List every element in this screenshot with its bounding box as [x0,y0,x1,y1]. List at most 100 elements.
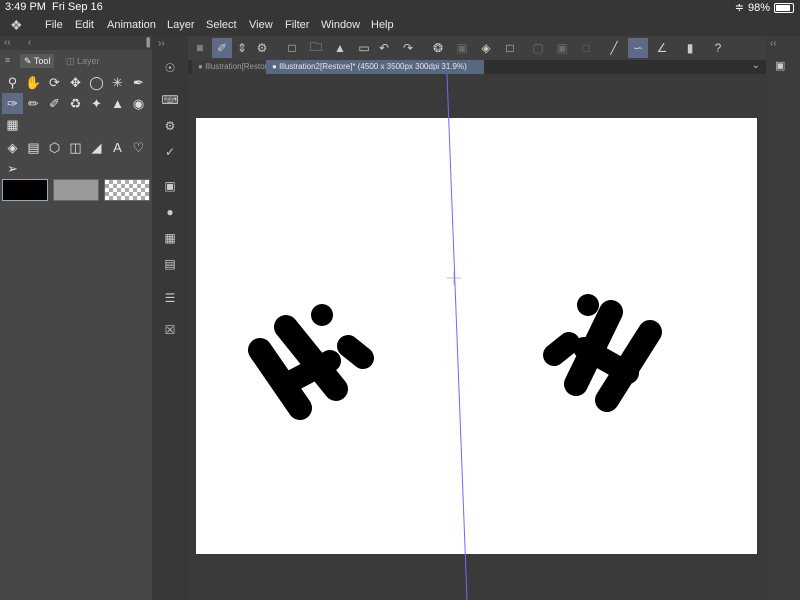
eraser-icon[interactable]: ▲ [107,93,128,114]
app-logo-icon[interactable]: ❖ [10,17,23,34]
border-icon[interactable]: □ [576,38,596,58]
left-figure-dot [311,304,333,326]
fill-icon[interactable]: ◈ [2,137,23,158]
panel-tabs: ≡ ✎ Tool ◫ Layer [0,54,152,68]
crop-icon[interactable]: □ [500,38,520,58]
tabs-dropdown-icon[interactable]: ⌄ [752,60,760,71]
edit-icon[interactable]: ✐ [212,38,232,58]
clear-icon[interactable]: ▢ [528,38,548,58]
menu-file[interactable]: File [45,19,63,31]
layer-panel-icon[interactable]: ▣ [775,59,789,73]
command-bar: ≡ ✐ ⇕ ⚙ □ 🗀 ▲ ▭ ↶ ↷ ❂ ▣ ◈ □ ▢ ▣ □ ╱ ∽ ∠ … [188,36,766,60]
fill-bucket-icon[interactable]: ◈ [476,38,496,58]
brush-size-icon[interactable]: ✓ [160,142,180,162]
menu-help[interactable]: Help [371,19,394,31]
canvas-area[interactable] [188,74,766,600]
operation-icon[interactable]: ➢ [2,158,23,179]
document-tab-1[interactable]: ● Illustration[Restore] [192,60,270,74]
gradient-icon[interactable]: ▤ [23,137,44,158]
tab-layer[interactable]: ◫ Layer [62,54,104,68]
grid-icon[interactable]: ▦ [2,114,23,135]
layers-icon[interactable]: ☰ [160,288,180,308]
pencil-icon[interactable]: ✏ [23,93,44,114]
tab-layer-label: Layer [77,56,100,66]
transform-icon[interactable]: ▣ [452,38,472,58]
undo-icon[interactable]: ↶ [374,38,394,58]
snap-angle-icon[interactable]: ∠ [652,38,672,58]
pen-icon[interactable]: ✑ [2,93,23,114]
menu-view[interactable]: View [249,19,273,31]
navigator-icon[interactable]: ▣ [160,176,180,196]
sub-color-swatch[interactable] [53,179,99,201]
status-bar: 3:49 PM Fri Sep 16 ≑ 98% [0,0,800,16]
document-tab-1-label: Illustration[Restore] [205,62,270,71]
document-tabs: ● Illustration[Restore] ● Illustration2[… [188,60,766,74]
command-icon[interactable]: ☉ [160,58,180,78]
phone-icon[interactable]: ▮ [680,38,700,58]
transparent-color-swatch[interactable] [104,179,150,201]
open-icon[interactable]: 🗀 [306,38,326,58]
canvas-drawing [248,271,662,420]
canvas-paper[interactable] [196,118,757,554]
color-set-icon[interactable]: ▦ [160,228,180,248]
balloon-icon[interactable]: ♡ [128,137,149,158]
zoom-icon[interactable]: ⚲ [2,72,23,93]
status-right: ≑ 98% [735,1,794,14]
expand-icon[interactable]: ›› [158,38,165,49]
hand-icon[interactable]: ✋ [23,72,44,93]
redo-icon[interactable]: ↷ [398,38,418,58]
status-date: Fri Sep 16 [52,1,103,13]
lasso-icon[interactable]: ◯ [86,72,107,93]
menu-filter[interactable]: Filter [285,19,309,31]
rotate-icon[interactable]: ⟳ [44,72,65,93]
snap-line-icon[interactable]: ╱ [604,38,624,58]
document-tab-2-label: Illustration2[Restore]* (4500 x 3500px 3… [279,62,467,71]
panel-menu-icon[interactable]: ≡ [5,55,10,65]
tab-tool[interactable]: ✎ Tool [20,54,55,68]
settings-icon[interactable]: ⚙ [160,116,180,136]
menu-animation[interactable]: Animation [107,19,156,31]
history-icon[interactable]: ▤ [160,254,180,274]
menu-icon[interactable]: ≡ [190,38,210,58]
figure-icon[interactable]: ⬡ [44,137,65,158]
help-icon[interactable]: ? [708,38,728,58]
decoration-icon[interactable]: ✦ [86,93,107,114]
magic-wand-icon[interactable]: ✳ [107,72,128,93]
chevron-left-icon[interactable]: ‹ [28,37,31,48]
save-icon[interactable]: ▲ [330,38,350,58]
move-icon[interactable]: ✥ [65,72,86,93]
brush-icon[interactable]: ✐ [44,93,65,114]
menu-select[interactable]: Select [206,19,237,31]
airbrush-icon[interactable]: ♻ [65,93,86,114]
battery-percent: 98% [747,1,770,14]
main-color-swatch[interactable] [2,179,48,201]
chevrons-icon[interactable]: ⇕ [232,38,252,58]
text-icon[interactable]: A [107,137,128,158]
tool-panel: ‹‹ ‹ ❚ ≡ ✎ Tool ◫ Layer ⚲ ✋ ⟳ ✥ ◯ ✳ ✒ ✑ … [0,36,152,600]
loading-icon[interactable]: ❂ [428,38,448,58]
right-figure [543,300,662,412]
collapse-right-icon[interactable]: ‹‹ [770,38,777,49]
layer-property-icon[interactable]: ⌨ [160,90,180,110]
battery-icon [774,2,794,13]
menu-edit[interactable]: Edit [75,19,94,31]
snap-curve-icon[interactable]: ∽ [628,38,648,58]
document-tab-2[interactable]: ● Illustration2[Restore]* (4500 x 3500px… [266,60,484,74]
tab-tool-label: Tool [33,56,51,66]
collapse-left-icon[interactable]: ‹‹ [4,37,11,48]
export-icon[interactable]: ▭ [354,38,374,58]
new-icon[interactable]: □ [282,38,302,58]
color-swatches [2,179,150,201]
swirl-icon[interactable]: ⚙ [252,38,272,58]
material-icon[interactable]: ☒ [160,320,180,340]
invert-icon[interactable]: ▣ [552,38,572,58]
color-icon[interactable]: ● [160,202,180,222]
wifi-icon: ≑ [734,2,744,14]
ruler-icon[interactable]: ◢ [86,137,107,158]
frame-icon[interactable]: ◫ [65,137,86,158]
eyedropper-icon[interactable]: ✒ [128,72,149,93]
menu-window[interactable]: Window [321,19,360,31]
menu-layer[interactable]: Layer [167,19,195,31]
status-time: 3:49 PM [5,1,46,13]
blend-icon[interactable]: ◉ [128,93,149,114]
